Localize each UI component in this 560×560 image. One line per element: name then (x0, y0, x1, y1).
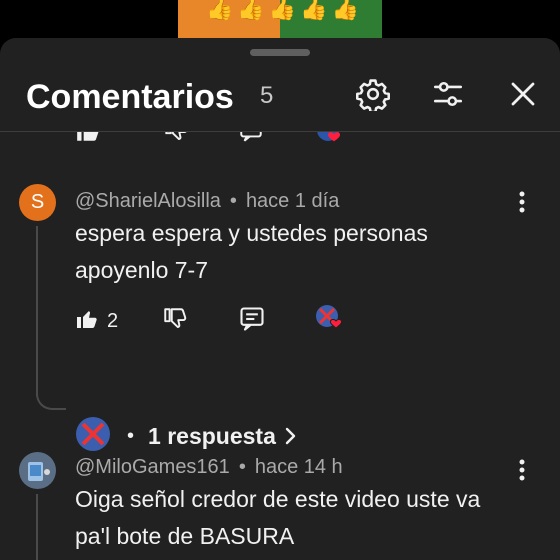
thumbs-down-icon (162, 306, 188, 337)
close-button[interactable] (503, 76, 543, 116)
video-thumbnail: 👍👍👍👍👍 (178, 0, 382, 38)
filter-button[interactable] (428, 76, 468, 116)
like-button[interactable]: 2 (75, 306, 118, 336)
avatar[interactable] (19, 452, 56, 489)
comments-panel: Comentarios 5 S @SharielAlosilla • hace … (0, 38, 560, 560)
thread-line (36, 226, 38, 396)
reply-icon (238, 305, 266, 338)
comment-time: hace 14 h (254, 456, 343, 478)
drag-handle[interactable] (250, 49, 310, 56)
comment-count: 5 (260, 82, 274, 109)
meta-separator: • (238, 456, 246, 478)
replies-separator: • (127, 424, 135, 447)
comment-time: hace 1 día (245, 190, 340, 212)
like-count: 2 (107, 309, 119, 332)
dislike-button[interactable] (162, 306, 188, 336)
view-replies-button[interactable]: • 1 respuesta (75, 416, 298, 457)
comment-item: @MiloGames161 • hace 14 h Oiga señol credo… (0, 452, 560, 560)
comment-meta: @MiloGames161 • hace 14 h (75, 456, 343, 479)
thumbs-down-icon[interactable] (162, 132, 188, 144)
more-vert-icon (519, 459, 525, 486)
creator-heart-badge (315, 304, 345, 339)
thread-connector (36, 392, 66, 410)
avatar[interactable]: S (19, 184, 56, 221)
more-vert-icon (519, 191, 525, 218)
meta-separator: • (229, 190, 237, 212)
chevron-right-icon (284, 426, 298, 446)
comment-item: S @SharielAlosilla • hace 1 día espera esp… (0, 184, 560, 451)
gear-icon (356, 77, 390, 116)
comment-meta: @SharielAlosilla • hace 1 día (75, 190, 339, 213)
avatar-letter: S (30, 191, 45, 213)
comment-text: espera espera y ustedes personas apoyenl… (75, 220, 428, 283)
reply-button[interactable] (238, 306, 266, 336)
creator-heart-icon (317, 132, 340, 142)
thumbs-up-icon (75, 307, 99, 336)
settings-button[interactable] (353, 76, 393, 116)
thumbs-up-emoji-row: 👍👍👍👍👍 (206, 0, 363, 21)
comment-menu-button[interactable] (510, 191, 534, 218)
reply-icon[interactable] (238, 132, 264, 144)
comment-menu-button[interactable] (510, 459, 534, 486)
comment-text: Oiga señol credor de este video uste va … (75, 486, 481, 549)
video-player-strip[interactable]: 👍👍👍👍👍 (0, 0, 560, 38)
replies-count-label: 1 respuesta (148, 422, 276, 449)
previous-comment-actions (0, 132, 560, 146)
thread-line (36, 494, 38, 560)
thumbs-up-icon[interactable] (75, 132, 101, 144)
comment-actions: 2 (75, 304, 375, 339)
comments-header: Comentarios 5 (0, 68, 560, 130)
comment-author[interactable]: @SharielAlosilla (75, 190, 221, 212)
comment-author[interactable]: @MiloGames161 (75, 456, 230, 478)
reply-author-avatar (75, 416, 111, 457)
close-icon (508, 79, 538, 114)
creator-heart-icon (315, 304, 345, 339)
panel-title: Comentarios (26, 78, 234, 116)
sliders-icon (431, 77, 465, 116)
